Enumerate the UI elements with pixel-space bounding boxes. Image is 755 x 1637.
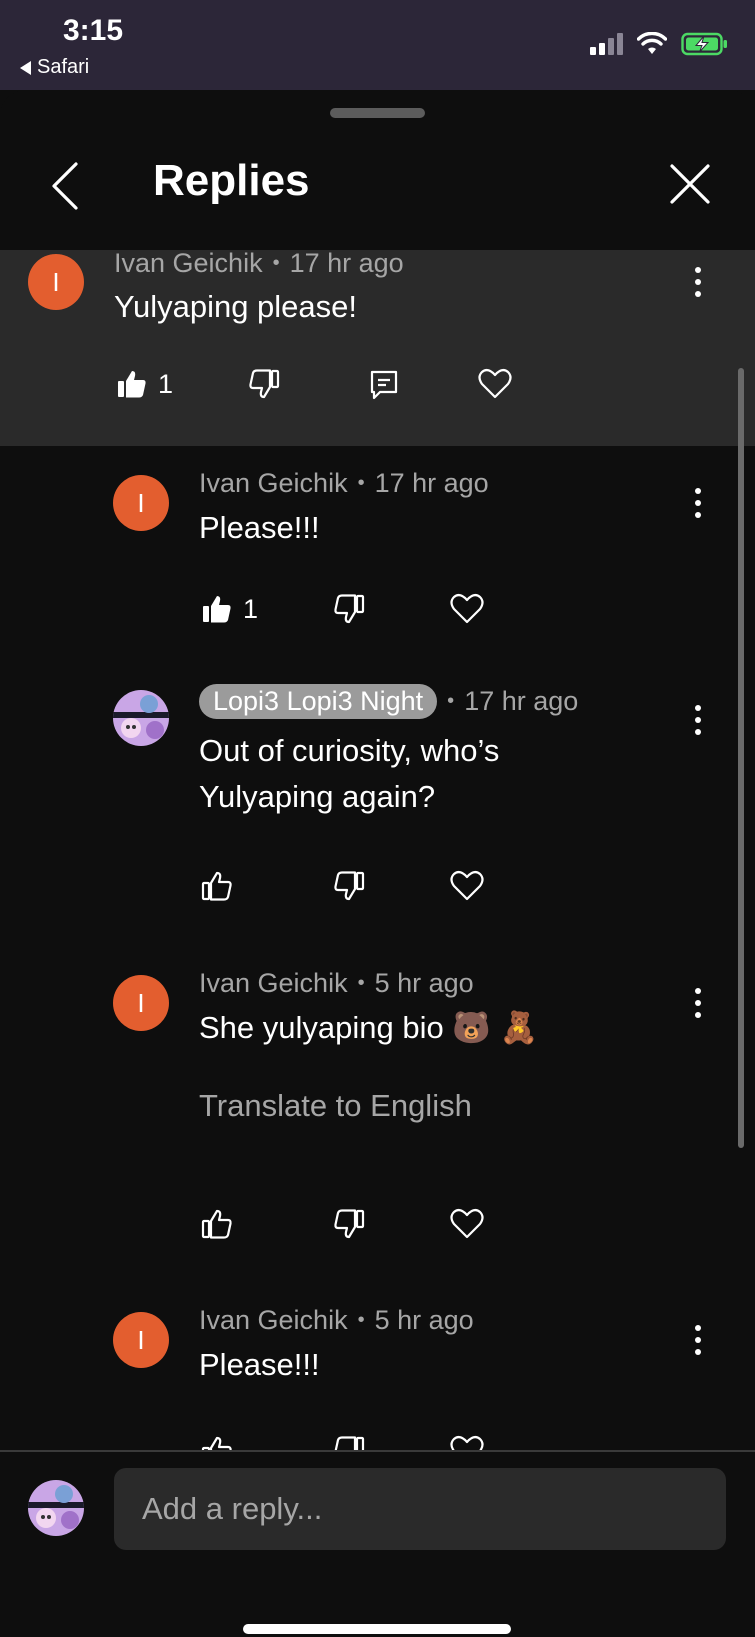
avatar-image-icon [113,690,169,746]
dislike-button[interactable] [333,870,365,902]
heart-icon [450,1435,484,1450]
thumbs-up-icon [201,1209,232,1239]
page-title: Replies [153,156,310,205]
more-options-button[interactable] [683,1320,713,1360]
heart-button[interactable] [450,1435,484,1450]
chevron-left-icon [52,162,78,210]
home-indicator[interactable] [243,1624,511,1634]
more-vertical-icon [695,988,701,1018]
scrollbar[interactable] [738,368,744,1148]
thumbs-down-icon [334,871,365,901]
heart-button[interactable] [450,1208,484,1240]
reply-meta: Ivan Geichik • 5 hr ago [199,968,474,999]
thumbs-down-icon [334,594,365,624]
dislike-button[interactable] [333,593,365,625]
reply-time: 17 hr ago [374,468,489,498]
reply-button[interactable] [368,368,400,400]
like-count: 1 [243,593,259,624]
dislike-button[interactable] [333,1208,365,1240]
battery-charging-icon [681,32,727,56]
heart-button[interactable] [478,368,512,400]
back-triangle-icon [20,60,31,75]
sheet-header: Replies [0,130,755,240]
reply-time: 5 hr ago [374,968,474,998]
more-options-button[interactable] [683,483,713,523]
current-user-avatar [28,1480,84,1536]
heart-button[interactable] [450,593,484,625]
reply-meta: Lopi3 Lopi3 Night • 17 hr ago [199,684,578,719]
status-time: 3:15 [63,14,124,47]
reply-author[interactable]: Ivan Geichik [199,968,348,999]
comment-meta: Ivan Geichik • 17 hr ago [114,250,404,279]
reply-text: Please!!! [199,510,320,545]
back-to-app-link[interactable]: Safari [20,56,89,79]
comment-text: Yulyaping please! [114,289,358,324]
avatar[interactable]: I [113,1312,169,1368]
more-vertical-icon [695,705,701,735]
dislike-button[interactable] [333,1435,365,1450]
reply-text: Please!!! [199,1347,320,1382]
comment-time: 17 hr ago [289,250,404,278]
avatar[interactable] [113,690,169,746]
heart-icon [450,870,484,901]
avatar[interactable]: I [113,475,169,531]
more-options-button[interactable] [683,262,713,302]
more-vertical-icon [695,488,701,518]
thumbs-down-icon [334,1436,365,1450]
thumbs-up-icon [201,1436,232,1450]
more-vertical-icon [695,267,701,297]
comment-author[interactable]: Ivan Geichik [114,250,263,279]
more-options-button[interactable] [683,983,713,1023]
reply-time: 5 hr ago [374,1305,474,1335]
heart-button[interactable] [450,870,484,902]
status-icons [590,32,729,56]
reply-composer [0,1450,755,1637]
reply-meta: Ivan Geichik • 5 hr ago [199,1305,474,1336]
wifi-icon [637,32,667,54]
like-button[interactable] [201,1435,233,1450]
replies-sheet: Replies I Ivan Geichik • 17 hr ago Yulya… [0,90,755,1635]
thumbs-down-icon [249,369,280,399]
close-icon [670,164,710,204]
thumbs-up-filled-icon [203,596,231,623]
heart-icon [450,593,484,624]
back-app-label: Safari [37,56,90,78]
back-button[interactable] [44,158,88,214]
like-button[interactable] [201,1208,233,1240]
comment-icon [370,370,398,400]
parent-comment: I Ivan Geichik • 17 hr ago Yulyaping ple… [0,250,755,446]
reply-text: She yulyaping bio 🐻 🧸 [199,1010,539,1045]
avatar[interactable]: I [113,975,169,1031]
cellular-signal-icon [590,33,623,55]
thumbs-up-filled-icon [118,371,146,398]
reply-author-chip[interactable]: Lopi3 Lopi3 Night [199,684,438,719]
avatar[interactable]: I [28,254,84,310]
like-button[interactable] [201,870,233,902]
reply-input[interactable] [114,1468,726,1550]
status-bar: 3:15 Safari [0,0,755,90]
translate-link[interactable]: Translate to English [199,1088,472,1124]
reply-time: 17 hr ago [464,686,579,716]
reply-author[interactable]: Ivan Geichik [199,1305,348,1336]
reply-meta: Ivan Geichik • 17 hr ago [199,468,489,499]
more-options-button[interactable] [683,700,713,740]
reply-author[interactable]: Ivan Geichik [199,468,348,499]
reply-text: Out of curiosity, who’s Yulyaping again? [199,733,500,814]
close-button[interactable] [666,160,714,208]
like-button[interactable]: 1 [201,593,258,625]
heart-icon [478,368,512,399]
more-vertical-icon [695,1325,701,1355]
heart-icon [450,1208,484,1239]
thumbs-up-icon [201,871,232,901]
sheet-drag-handle[interactable] [330,108,425,118]
avatar-image-icon [28,1480,84,1536]
thumbs-down-icon [334,1209,365,1239]
dislike-button[interactable] [248,368,280,400]
like-button[interactable]: 1 [116,368,173,400]
like-count: 1 [158,368,174,399]
replies-list[interactable]: I Ivan Geichik • 17 hr ago Yulyaping ple… [0,250,755,1450]
